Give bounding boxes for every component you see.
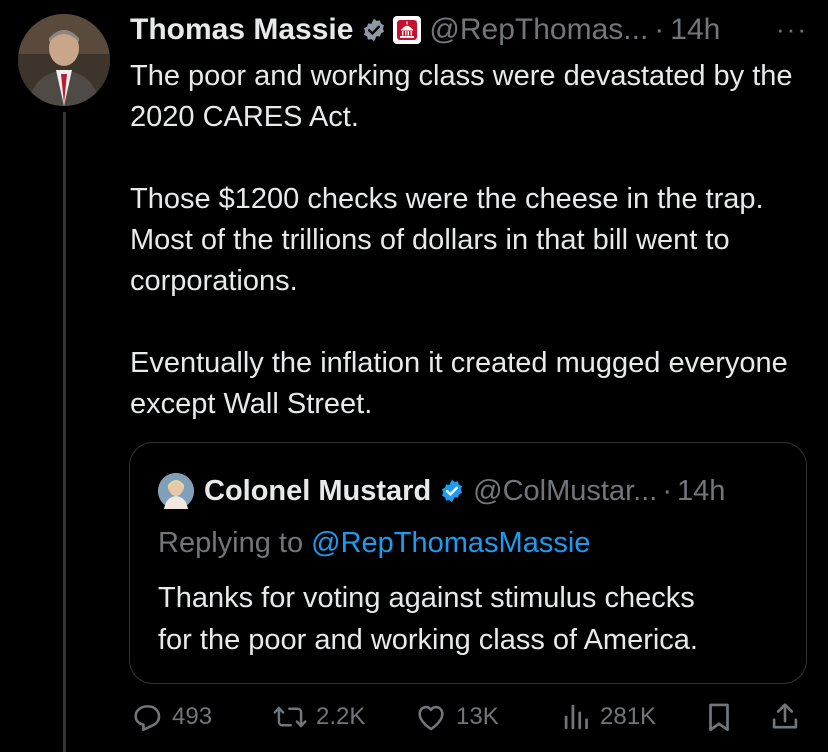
repost-count: 2.2K — [316, 703, 366, 730]
like-button[interactable]: 13K — [414, 700, 499, 734]
author-name[interactable]: Thomas Massie — [130, 13, 353, 47]
share-icon — [770, 700, 800, 734]
quoted-post-timestamp[interactable]: 14h — [677, 475, 725, 508]
verified-badge-icon[interactable] — [361, 17, 387, 43]
like-count: 13K — [456, 703, 499, 730]
views-icon — [562, 700, 592, 734]
share-button[interactable] — [770, 700, 800, 734]
verified-badge-icon[interactable] — [439, 478, 465, 504]
more-options-icon[interactable]: ··· — [776, 14, 808, 45]
repost-icon — [272, 700, 308, 734]
separator-dot: · — [662, 474, 672, 507]
thread-line — [63, 112, 66, 752]
reply-icon — [130, 700, 164, 734]
quoted-author-avatar[interactable] — [158, 473, 194, 509]
author-avatar[interactable] — [18, 14, 110, 106]
replying-to-prefix: Replying to — [158, 527, 312, 559]
like-icon — [414, 700, 448, 734]
quoted-post-header: Colonel Mustard @ColMustar... · 14h — [158, 473, 725, 509]
repost-button[interactable]: 2.2K — [272, 700, 365, 734]
separator-dot: · — [654, 13, 665, 46]
capitol-building-icon[interactable] — [393, 16, 422, 44]
action-bar: 493 2.2K 13K 281K — [130, 700, 810, 740]
quoted-author-handle[interactable]: @ColMustar... — [473, 475, 657, 508]
replying-to-line: Replying to @RepThomasMassie — [158, 527, 590, 560]
post-header: Thomas Massie @RepThomas... · 14h — [130, 12, 720, 48]
views-button[interactable]: 281K — [562, 700, 656, 734]
quoted-author-name[interactable]: Colonel Mustard — [204, 475, 431, 508]
quoted-post[interactable]: Colonel Mustard @ColMustar... · 14h Repl… — [129, 442, 807, 684]
post-text: The poor and working class were devastat… — [130, 60, 793, 420]
reply-button[interactable]: 493 — [130, 700, 212, 734]
views-count: 281K — [600, 703, 657, 730]
bookmark-icon — [704, 700, 734, 734]
post-timestamp[interactable]: 14h — [670, 13, 720, 47]
bookmark-button[interactable] — [704, 700, 734, 734]
replying-to-mention[interactable]: @RepThomasMassie — [311, 527, 590, 559]
reply-count: 493 — [172, 703, 213, 730]
author-handle[interactable]: @RepThomas... — [429, 13, 648, 47]
quoted-post-text: Thanks for voting against stimulus check… — [158, 582, 698, 656]
